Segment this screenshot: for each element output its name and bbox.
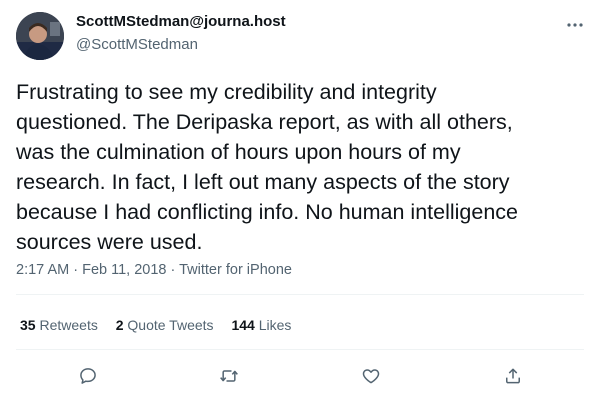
meta-separator: · [73,262,83,278]
retweets-count: 35 [20,317,36,333]
divider [16,349,584,350]
author-display-name[interactable]: ScottMStedman@journa.host [76,13,286,30]
quote-tweets-count: 2 [115,317,124,333]
share-icon [506,368,520,384]
tweet-metadata: 2:17 AM · Feb 11, 2018 · Twitter for iPh… [16,262,292,278]
likes-count: 144 [231,317,255,333]
retweets-stat[interactable]: 35 Retweets [20,317,98,333]
quote-tweets-stat[interactable]: 2 Quote Tweets [116,317,214,333]
likes-label: Likes [258,317,292,333]
divider [16,294,584,295]
retweet-icon [220,370,238,382]
tweet-time[interactable]: 2:17 AM [16,262,69,278]
avatar[interactable] [16,12,64,60]
share-button[interactable] [500,363,526,389]
tweet-text: Frustrating to see my credibility and in… [16,80,518,254]
meta-separator: · [170,262,180,278]
like-button[interactable] [358,363,384,389]
more-options-button[interactable] [560,14,590,36]
author-handle[interactable]: @ScottMStedman [76,36,198,53]
reply-icon [80,368,96,384]
tweet-date[interactable]: Feb 11, 2018 [82,262,166,278]
tweet-source[interactable]: Twitter for iPhone [179,262,292,278]
more-horizontal-icon [567,23,583,27]
likes-stat[interactable]: 144 Likes [231,317,291,333]
tweet-actions [0,363,600,389]
retweet-button[interactable] [216,363,242,389]
reply-button[interactable] [75,363,101,389]
heart-icon [362,369,380,384]
avatar-photo [16,12,64,60]
retweets-label: Retweets [39,317,98,333]
tweet-stats: 35 Retweets 2 Quote Tweets 144 Likes [20,317,305,333]
quote-tweets-label: Quote Tweets [127,317,214,333]
